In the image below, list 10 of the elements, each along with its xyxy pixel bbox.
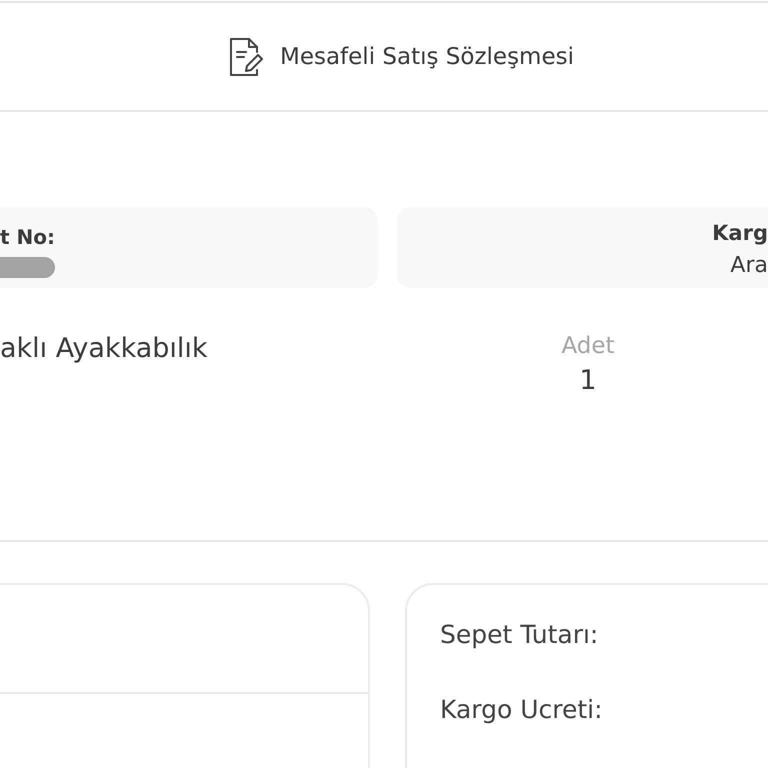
shipping-label: Karg	[712, 220, 768, 247]
product-name: aklı Ayakkabılık	[0, 332, 208, 366]
quantity-value: 1	[579, 364, 597, 398]
quantity-label: Adet	[561, 332, 615, 360]
contract-link[interactable]: Mesafeli Satış Sözleşmesi	[228, 36, 574, 76]
total-label: Sepet Tutarı:	[440, 620, 598, 650]
shipping-value: Ara	[730, 252, 768, 280]
total-label: Kargo Ucreti:	[440, 695, 603, 725]
order-number-label: t No:	[0, 224, 55, 250]
document-edit-icon	[228, 36, 264, 76]
